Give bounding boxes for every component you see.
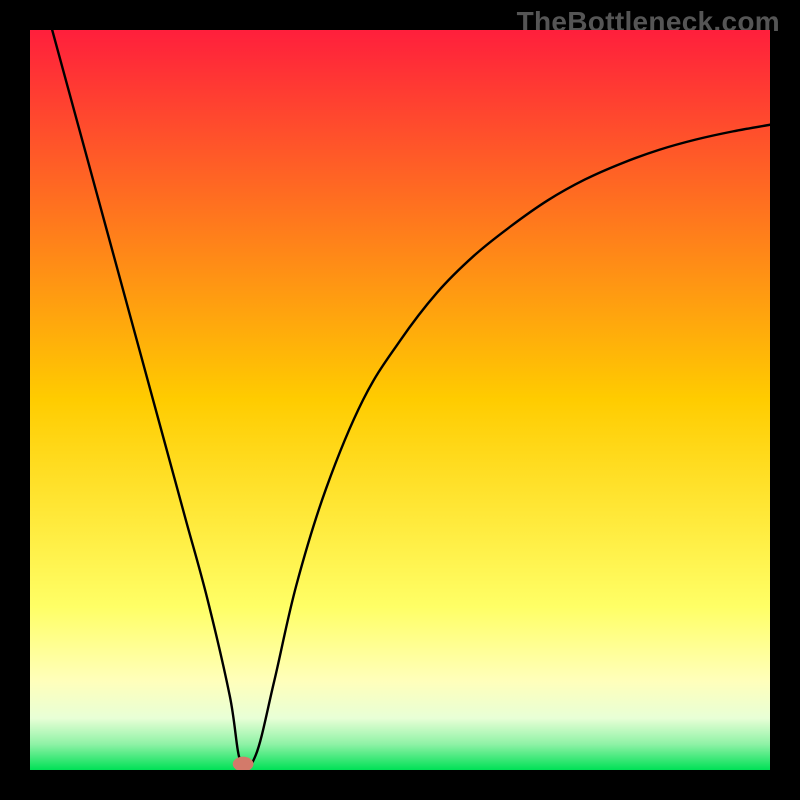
chart-frame: TheBottleneck.com [0,0,800,800]
plot-area [30,30,770,770]
bottleneck-chart [30,30,770,770]
gradient-background [30,30,770,770]
